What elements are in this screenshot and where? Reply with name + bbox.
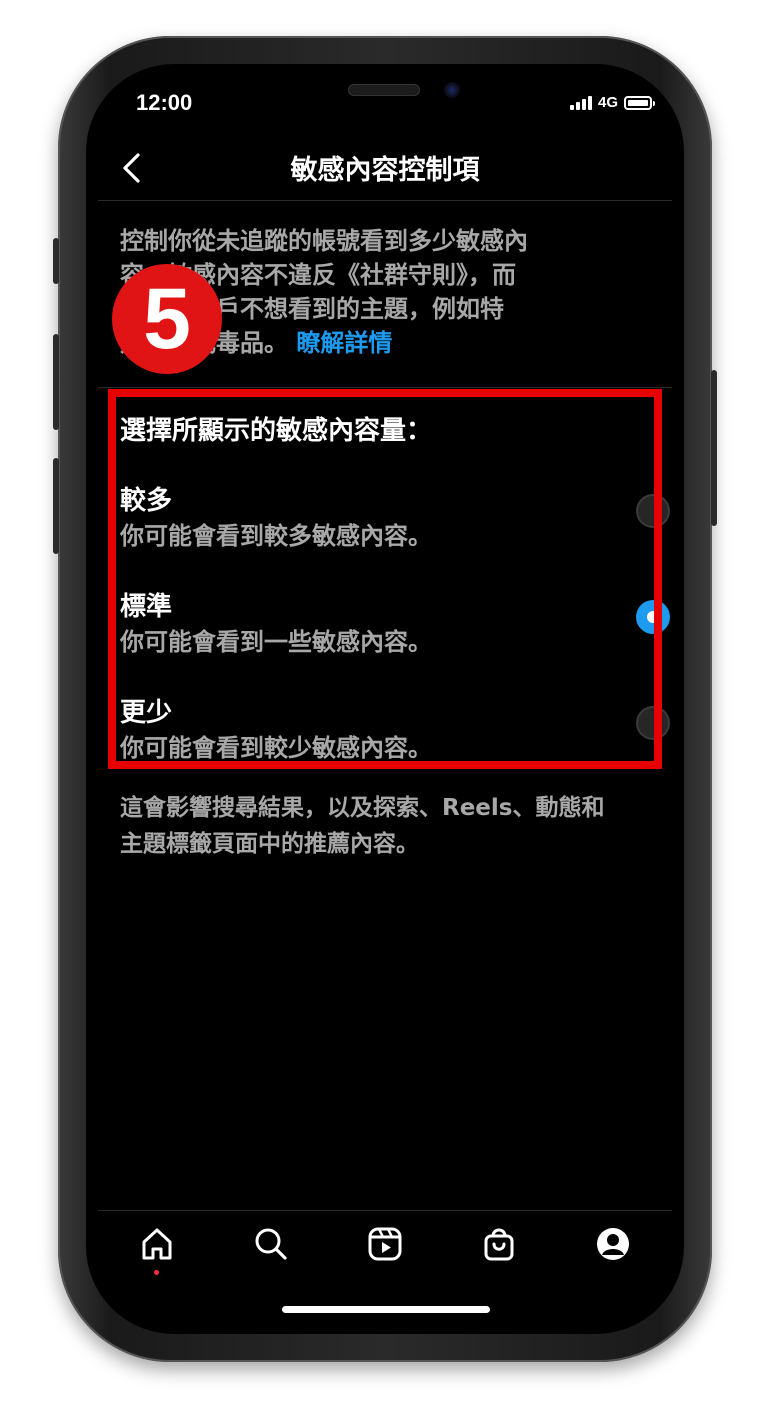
- option-standard[interactable]: 標準 你可能會看到一些敏感內容。: [120, 586, 670, 664]
- step-badge: 5: [112, 264, 222, 374]
- options-title: 選擇所顯示的敏感內容量：: [120, 416, 433, 446]
- option-description: 你可能會看到較少敏感內容。: [120, 734, 432, 762]
- active-tab-dot: [154, 1270, 159, 1275]
- side-button-power: [711, 370, 717, 526]
- side-button-volume-up: [53, 334, 59, 430]
- speaker-grille: [348, 84, 420, 96]
- option-description: 你可能會看到較多敏感內容。: [120, 522, 432, 550]
- side-button-silent: [53, 238, 59, 284]
- option-label: 更少: [120, 698, 173, 728]
- shop-icon[interactable]: [479, 1224, 519, 1264]
- option-label: 標準: [120, 592, 173, 622]
- profile-icon[interactable]: [593, 1224, 633, 1264]
- reels-icon[interactable]: [365, 1224, 405, 1264]
- status-time: 12:00: [136, 90, 193, 115]
- footnote-line: 這會影響搜尋結果，以及探索、Reels、動態和: [120, 795, 605, 821]
- option-less[interactable]: 更少 你可能會看到較少敏感內容。: [120, 692, 670, 770]
- side-button-volume-down: [53, 458, 59, 554]
- tab-bar: [86, 1210, 684, 1280]
- status-icons: 4G: [569, 94, 655, 111]
- option-description: 你可能會看到一些敏感內容。: [120, 628, 432, 656]
- battery-icon: [624, 95, 655, 110]
- radio-button[interactable]: [636, 706, 670, 740]
- footnote-line: 主題標籤頁面中的推薦內容。: [120, 831, 419, 857]
- home-indicator[interactable]: [282, 1306, 490, 1313]
- network-label: 4G: [597, 94, 618, 111]
- footnote-text: 這會影響搜尋結果，以及探索、Reels、動態和 主題標籤頁面中的推薦內容。: [120, 790, 660, 862]
- intro-line: 控制你從未追蹤的帳號看到多少敏感內: [120, 227, 528, 255]
- learn-more-link[interactable]: 瞭解詳情: [296, 329, 392, 357]
- header-divider: [98, 200, 672, 201]
- radio-button-selected[interactable]: [636, 600, 670, 634]
- page-title: 敏感內容控制項: [290, 155, 480, 186]
- option-label: 較多: [120, 486, 173, 516]
- header: 敏感內容控制項: [86, 136, 684, 200]
- radio-button[interactable]: [636, 494, 670, 528]
- signal-icon: [569, 95, 592, 110]
- section-divider: [98, 387, 672, 388]
- search-icon[interactable]: [251, 1224, 291, 1264]
- front-camera: [444, 82, 460, 98]
- home-icon[interactable]: [137, 1224, 177, 1264]
- option-more[interactable]: 較多 你可能會看到較多敏感內容。: [120, 480, 670, 558]
- screen: 12:00 4G 敏感內容控制項 控制你從未追蹤的帳號看到多少敏感內 容。敏感內…: [86, 64, 684, 1334]
